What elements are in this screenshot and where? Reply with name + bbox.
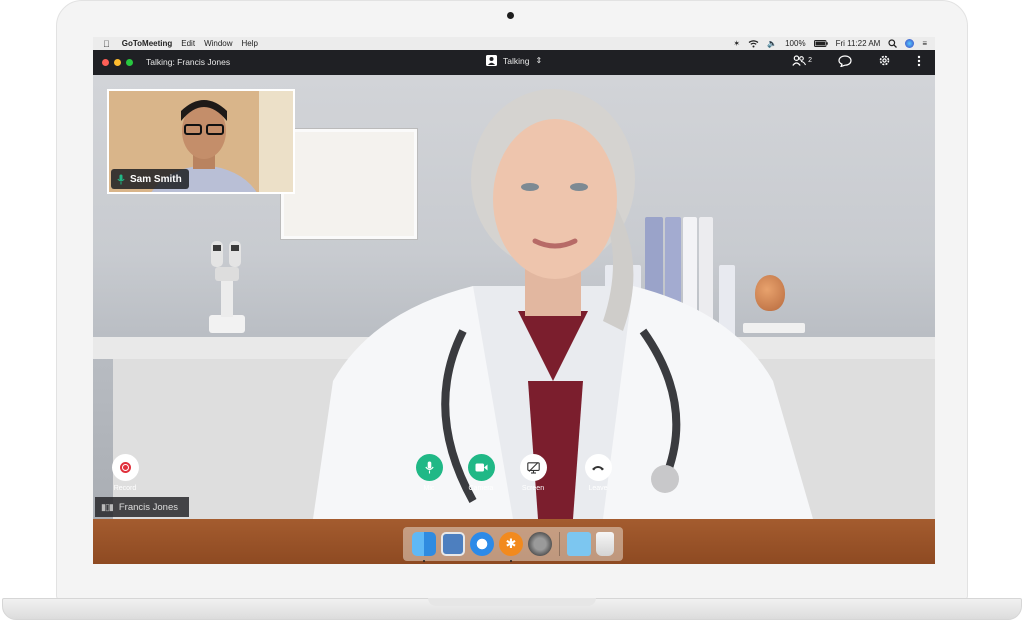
gotomeeting-icon[interactable]: ✱ (499, 532, 523, 562)
microscope (209, 241, 245, 333)
search-icon[interactable] (888, 39, 898, 48)
screen:  GoToMeeting Edit Window Help ✶ 🔈 100% … (93, 37, 935, 564)
laptop-notch (428, 598, 596, 606)
screen-share-control[interactable]: Screen (513, 454, 553, 492)
person-icon (486, 55, 497, 66)
record-icon (119, 462, 131, 473)
minimize-window-button[interactable] (114, 59, 121, 66)
participant-name-tag: Sam Smith (111, 169, 189, 189)
view-mode-selector[interactable]: Talking ⇕ (486, 55, 542, 66)
hang-up-icon (592, 466, 604, 471)
camera-button[interactable] (467, 454, 495, 481)
siri-icon[interactable] (905, 39, 915, 48)
camera-label: Camera (468, 485, 494, 492)
screen-share-off-icon (526, 461, 540, 474)
volume-icon[interactable]: 🔈 (767, 39, 777, 48)
menu-help[interactable]: Help (242, 39, 258, 48)
record-button[interactable] (111, 454, 139, 481)
wifi-icon[interactable] (748, 39, 759, 48)
participant-name: Sam Smith (130, 173, 182, 185)
more-options-icon[interactable] (917, 55, 921, 67)
leave-control[interactable]: Leave (578, 454, 618, 492)
menu-app-name[interactable]: GoToMeeting (122, 39, 173, 48)
active-speaker-tag: ▮▯▮ Francis Jones (95, 497, 189, 517)
preview-icon[interactable] (441, 532, 465, 556)
notification-center-icon[interactable]: ≡ (922, 39, 927, 48)
presenter-video (313, 89, 813, 519)
mic-label: Mic (423, 485, 435, 492)
dock-separator (559, 532, 560, 556)
dock: ✱ (403, 527, 623, 562)
folder-icon[interactable] (567, 532, 591, 556)
audio-waveform-icon: ▮▯▮ (101, 501, 114, 512)
gear-icon[interactable] (878, 54, 891, 67)
leave-label: Leave (588, 485, 608, 492)
video-camera-icon (475, 463, 487, 472)
microphone-icon (117, 174, 125, 184)
talking-indicator: Talking: Francis Jones (146, 57, 231, 67)
apple-icon[interactable]:  (103, 39, 110, 49)
chat-icon[interactable] (838, 54, 852, 67)
menu-bar:  GoToMeeting Edit Window Help ✶ 🔈 100% … (93, 37, 935, 50)
chevron-updown-icon: ⇕ (535, 55, 543, 65)
trash-icon[interactable] (596, 532, 614, 556)
participant-count: 2 (808, 57, 812, 64)
people-icon (792, 55, 807, 66)
clock[interactable]: Fri 11:22 AM (836, 39, 881, 48)
close-window-button[interactable] (102, 59, 109, 66)
system-preferences-icon[interactable] (528, 532, 552, 556)
record-control[interactable]: Record (105, 454, 145, 492)
view-mode-label: Talking (503, 55, 530, 66)
participant-thumbnail[interactable]: Sam Smith (107, 89, 295, 194)
record-label: Record (113, 485, 137, 492)
screen-share-button[interactable] (519, 454, 547, 481)
webcam (507, 12, 514, 19)
participants-button[interactable]: 2 (792, 55, 812, 66)
menu-edit[interactable]: Edit (181, 39, 195, 48)
finder-icon[interactable] (412, 532, 436, 562)
mic-control[interactable]: Mic (409, 454, 449, 492)
mic-button[interactable] (415, 454, 443, 481)
app-titlebar: Talking: Francis Jones Talking ⇕ 2 (93, 50, 935, 75)
screen-label: Screen (521, 485, 545, 492)
bluetooth-icon[interactable]: ✶ (733, 39, 740, 48)
camera-control[interactable]: Camera (461, 454, 501, 492)
battery-icon[interactable] (813, 40, 828, 47)
menu-window[interactable]: Window (204, 39, 232, 48)
active-speaker-name: Francis Jones (118, 501, 178, 513)
battery-percent: 100% (785, 39, 806, 48)
leave-button[interactable] (584, 454, 612, 481)
safari-icon[interactable] (470, 532, 494, 556)
microphone-icon (424, 461, 434, 474)
zoom-window-button[interactable] (126, 59, 133, 66)
